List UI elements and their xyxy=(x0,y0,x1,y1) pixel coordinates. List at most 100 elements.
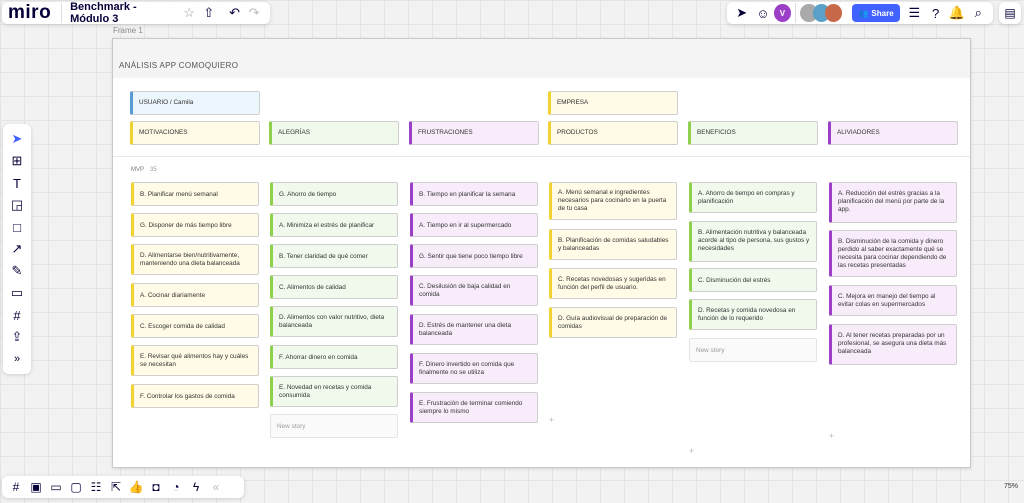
frame-tool-icon[interactable]: # xyxy=(6,304,28,326)
text-tool-icon[interactable]: T xyxy=(6,172,28,194)
screen-share-icon[interactable]: ▣ xyxy=(26,477,46,497)
miro-logo[interactable]: miro xyxy=(8,2,51,24)
card-frustracion[interactable]: A. Tiempo en ir al supermercado xyxy=(410,213,538,237)
mvp-count: 35 xyxy=(150,167,157,173)
mvp-name: MVP xyxy=(131,167,145,173)
zoom-level: 75% xyxy=(1003,482,1018,490)
reaction-icon[interactable]: ☺ xyxy=(752,2,773,24)
notification-bell-icon[interactable]: 🔔 xyxy=(946,2,967,24)
card-aliviador[interactable]: C. Mejora en manejo del tiempo al evitar… xyxy=(829,285,957,316)
mvp-label[interactable]: MVP 35 xyxy=(131,167,157,173)
header-card-usuario[interactable]: USUARIO / Camila xyxy=(130,91,260,115)
share-label: Share xyxy=(871,8,894,18)
camera-icon[interactable]: ◘ xyxy=(146,477,166,497)
card-motivacion[interactable]: E. Revisar qué alimentos hay y cuáles se… xyxy=(131,345,259,376)
frame-label[interactable]: Frame 1 xyxy=(113,26,143,35)
card-frustracion[interactable]: F. Dinero invertido en comida que finalm… xyxy=(410,353,538,384)
card-frustracion[interactable]: G. Sentir que tiene poco tiempo libre xyxy=(410,244,538,268)
comment-tool-icon[interactable]: ▭ xyxy=(6,282,28,304)
card-alegria[interactable]: C. Alimentos de calidad xyxy=(270,275,398,299)
more-tools-icon[interactable]: » xyxy=(6,348,28,370)
upload-icon[interactable]: ⇪ xyxy=(6,326,28,348)
header-card-motivaciones[interactable]: MOTIVACIONES xyxy=(130,121,260,145)
card-beneficio[interactable]: B. Alimentación nutritiva y balanceada a… xyxy=(689,221,817,262)
kanban-icon[interactable]: ☷ xyxy=(86,477,106,497)
settings-sliders-icon[interactable]: ☰ xyxy=(904,2,925,24)
frames-icon[interactable]: # xyxy=(6,477,26,497)
sticky-note-icon[interactable]: ◲ xyxy=(6,194,28,216)
card-producto[interactable]: C. Recetas novedosas y sugeridas en func… xyxy=(549,268,677,299)
card-motivacion[interactable]: C. Escoger comida de calidad xyxy=(131,314,259,338)
card-motivacion[interactable]: F. Controlar los gastos de comida xyxy=(131,384,259,408)
card-alegria[interactable]: F. Ahorrar dinero en comida xyxy=(270,345,398,369)
card-motivacion[interactable]: B. Planificar menú semanal xyxy=(131,182,259,206)
pen-tool-icon[interactable]: ✎ xyxy=(6,260,28,282)
notes-icon: ▤ xyxy=(1004,6,1016,20)
card-alegria[interactable]: G. Ahorro de tiempo xyxy=(270,182,398,206)
like-icon[interactable]: 👍 xyxy=(126,477,146,497)
card-beneficio[interactable]: A. Ahorro de tiempo en compras y planifi… xyxy=(689,182,817,213)
frame-title: ANÁLISIS APP COMOQUIERO xyxy=(119,61,239,70)
comments-icon[interactable]: ▭ xyxy=(46,477,66,497)
avatar[interactable]: V xyxy=(773,4,792,22)
cursor-follow-icon[interactable]: ➤ xyxy=(731,2,752,24)
timer-icon[interactable]: ◔ xyxy=(166,477,186,497)
search-icon[interactable]: ⌕ xyxy=(968,2,989,24)
header-card-productos[interactable]: PRODUCTOS xyxy=(548,121,678,145)
board-title[interactable]: Benchmark - Módulo 3 xyxy=(70,1,175,25)
header-card-frustraciones[interactable]: FRUSTRACIONES xyxy=(409,121,539,145)
avatar[interactable] xyxy=(824,4,843,22)
header-card-empresa[interactable]: EMPRESA xyxy=(548,91,678,115)
video-chat-icon[interactable]: ▢ xyxy=(66,477,86,497)
card-producto[interactable]: B. Planificación de comidas saludables y… xyxy=(549,229,677,260)
line-tool-icon[interactable]: ↗ xyxy=(6,238,28,260)
shape-tool-icon[interactable]: □ xyxy=(6,216,28,238)
notes-panel-button[interactable]: ▤ xyxy=(999,2,1021,24)
undo-icon[interactable]: ↶ xyxy=(225,2,245,24)
add-card-plus[interactable]: + xyxy=(689,446,694,456)
card-aliviador[interactable]: D. Al tener recetas preparadas por un pr… xyxy=(829,324,957,365)
templates-icon[interactable]: ⊞ xyxy=(6,150,28,172)
bottom-toolbar: # ▣ ▭ ▢ ☷ ⇱ 👍 ◘ ◔ ϟ « xyxy=(2,476,244,498)
star-icon[interactable]: ☆ xyxy=(179,2,199,24)
top-right-bar: ➤ ☺ V 👥 Share ☰ ? 🔔 ⌕ xyxy=(727,2,993,24)
card-beneficio[interactable]: C. Disminución del estrés xyxy=(689,268,817,292)
lightning-icon[interactable]: ϟ xyxy=(186,477,206,497)
share-users-icon: 👥 xyxy=(858,8,869,18)
left-toolbar: ➤ ⊞ T ◲ □ ↗ ✎ ▭ # ⇪ » xyxy=(3,124,31,374)
add-card-plus[interactable]: + xyxy=(829,431,834,441)
card-frustracion[interactable]: B. Tiempo en planificar la semana xyxy=(410,182,538,206)
header-card-beneficios[interactable]: BENEFICIOS xyxy=(688,121,818,145)
card-producto[interactable]: D. Guía audiovisual de preparación de co… xyxy=(549,307,677,338)
card-aliviador[interactable]: A. Reducción del estrés gracias a la pla… xyxy=(829,182,957,223)
collapse-icon[interactable]: « xyxy=(206,477,226,497)
add-card-plus[interactable]: + xyxy=(549,415,554,425)
select-tool-icon[interactable]: ➤ xyxy=(6,128,28,150)
share-button[interactable]: 👥 Share xyxy=(852,4,900,22)
header-card-aliviadores[interactable]: ALIVIADORES xyxy=(828,121,958,145)
top-left-bar: miro Benchmark - Módulo 3 ☆ ⇧ ↶ ↷ xyxy=(2,1,270,25)
new-story-placeholder[interactable]: New story xyxy=(270,414,398,438)
help-icon[interactable]: ? xyxy=(925,2,946,24)
card-alegria[interactable]: B. Tener claridad de qué comer xyxy=(270,244,398,268)
header-card-alegrias[interactable]: ALEGRÍAS xyxy=(269,121,399,145)
card-frustracion[interactable]: C. Desilusión de baja calidad en comida xyxy=(410,275,538,306)
card-frustracion[interactable]: D. Estrés de mantener una dieta balancea… xyxy=(410,314,538,345)
card-motivacion[interactable]: A. Cocinar diariamente xyxy=(131,283,259,307)
card-aliviador[interactable]: B. Disminución de la comida y dinero per… xyxy=(829,230,957,277)
card-producto[interactable]: A. Menú semanal e ingredientes necesario… xyxy=(549,182,677,220)
card-motivacion[interactable]: D. Alimentarse bien/nutritivamente, mant… xyxy=(131,244,259,275)
new-story-placeholder[interactable]: New story xyxy=(689,338,817,362)
export-icon[interactable]: ⇧ xyxy=(199,2,219,24)
card-frustracion[interactable]: E. Frustración de terminar comiendo siem… xyxy=(410,392,538,423)
divider xyxy=(61,3,63,23)
card-alegria[interactable]: D. Alimentos con valor nutritivo, dieta … xyxy=(270,306,398,337)
divider xyxy=(795,3,797,23)
card-beneficio[interactable]: D. Recetas y comida novedosa en función … xyxy=(689,299,817,330)
card-alegria[interactable]: E. Novedad en recetas y comida consumida xyxy=(270,376,398,407)
redo-icon[interactable]: ↷ xyxy=(244,2,264,24)
card-motivacion[interactable]: G. Disponer de más tiempo libre xyxy=(131,213,259,237)
card-alegria[interactable]: A. Minimiza el estrés de planificar xyxy=(270,213,398,237)
share-out-icon[interactable]: ⇱ xyxy=(106,477,126,497)
zoom-control[interactable]: 75% xyxy=(1000,477,1022,495)
